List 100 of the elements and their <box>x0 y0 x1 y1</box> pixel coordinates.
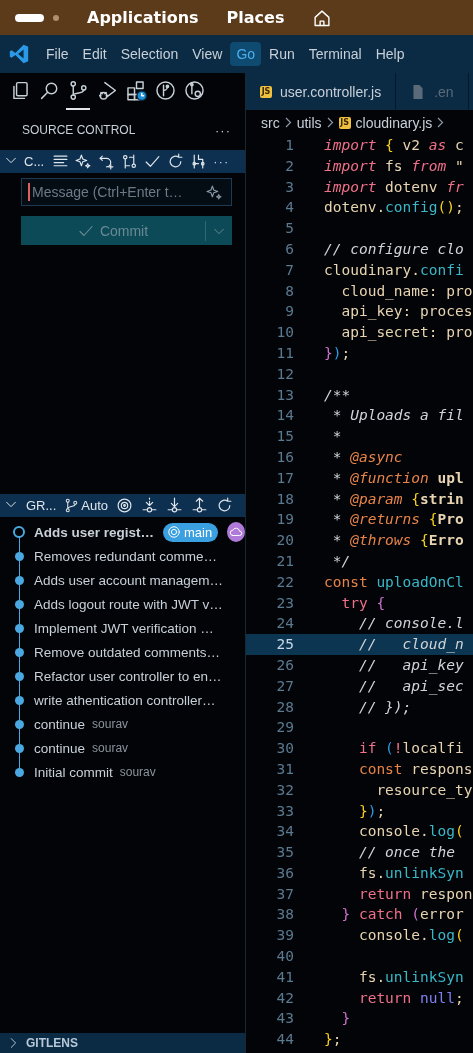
code-editor-logo-icon <box>8 43 30 65</box>
menu-item[interactable]: Run <box>263 42 301 66</box>
branch-icon[interactable] <box>64 498 80 513</box>
commit-message[interactable]: Removes redundant comme… <box>34 548 218 564</box>
code-line: // console.l <box>357 614 464 634</box>
line-number: 11 <box>275 343 295 363</box>
menu-item[interactable]: Selection <box>114 42 185 66</box>
panel-title: SOURCE CONTROL <box>22 123 136 137</box>
js-file-icon: JS <box>338 116 351 129</box>
branch-graph-icon[interactable] <box>190 153 208 170</box>
line-number: 34 <box>275 822 295 842</box>
code-line: dotenv.config(); <box>324 198 464 218</box>
menu-item[interactable]: Go <box>230 42 262 66</box>
menu-item[interactable]: Help <box>369 42 411 66</box>
line-number: 22 <box>275 572 295 592</box>
code-line: import fs from " <box>324 156 464 176</box>
line-number: 18 <box>275 489 295 509</box>
code-line: // cloud_n <box>357 635 464 655</box>
code-line: return null; <box>357 988 464 1008</box>
commit-message[interactable]: write athentication controller… <box>34 692 216 708</box>
breadcrumb-item[interactable]: src <box>261 114 280 131</box>
editor-tab[interactable]: JS user.controller.js <box>246 73 397 110</box>
line-number: 29 <box>275 718 295 738</box>
undo-plus-icon[interactable] <box>98 153 116 170</box>
sparkle-icon[interactable] <box>206 183 223 201</box>
commit-message[interactable]: Implement JWT verification … <box>34 620 214 636</box>
code-line: // api_key <box>357 655 464 676</box>
line-number: 39 <box>275 926 295 946</box>
top-menu[interactable]: Places <box>226 8 285 27</box>
code-line: api_secret: pro <box>340 323 473 343</box>
chevron-right-icon <box>326 117 334 128</box>
commit-message-field[interactable]: Message (Ctrl+Enter t… <box>21 178 232 206</box>
activities-indicator[interactable] <box>15 13 59 22</box>
menu-item[interactable]: Terminal <box>302 42 368 66</box>
line-number: 16 <box>275 447 295 467</box>
compare-icon[interactable] <box>121 153 139 170</box>
line-number: 6 <box>284 240 295 259</box>
branch-mode-label[interactable]: Auto <box>81 498 109 513</box>
code-line: }); <box>324 343 351 363</box>
commit-message[interactable]: Adds user regist… <box>34 524 155 540</box>
commit-message[interactable]: Initial commit <box>34 764 113 780</box>
commit-author: sourav <box>119 765 156 779</box>
code-line: * @async <box>331 447 403 467</box>
code-line: * @returns {Pro <box>331 510 464 530</box>
extensions-clock-icon <box>125 80 147 101</box>
code-line: */ <box>331 551 351 571</box>
line-number: 41 <box>275 967 295 987</box>
push-icon[interactable] <box>191 497 209 514</box>
repository-label[interactable]: C... <box>24 154 45 169</box>
code-line: * Uploads a fil <box>331 406 464 426</box>
commit-message[interactable]: Adds logout route with JWT v… <box>34 596 223 612</box>
code-line: console.log( <box>357 822 464 842</box>
menu-item[interactable]: Edit <box>76 42 113 66</box>
line-number: 24 <box>275 614 295 634</box>
code-line: resource_ty <box>375 780 473 801</box>
top-menu[interactable]: Applications <box>87 8 199 27</box>
fetch-icon[interactable] <box>141 497 159 514</box>
line-number: 8 <box>284 281 295 301</box>
refresh-icon[interactable] <box>216 497 234 514</box>
commit-message[interactable]: Refactor user controller to en… <box>34 668 222 684</box>
pull-icon[interactable] <box>166 497 184 514</box>
gitlens-section-header[interactable]: GITLENS <box>0 1033 245 1053</box>
graph-label[interactable]: GR... <box>26 498 57 513</box>
code-line: import { v2 as c <box>324 136 464 155</box>
line-number: 7 <box>284 260 295 280</box>
play-bug-icon <box>96 80 118 101</box>
refresh-icon[interactable] <box>167 153 185 170</box>
check-icon[interactable] <box>144 153 162 170</box>
line-number: 5 <box>284 219 295 239</box>
line-number: 40 <box>275 947 295 967</box>
commit-message[interactable]: continue <box>34 716 86 732</box>
code-line: const uploadOnCl <box>324 572 464 592</box>
code-line: return respon <box>357 884 473 904</box>
code-line: }); <box>357 801 386 821</box>
target-icon[interactable] <box>116 497 134 514</box>
more-actions-button[interactable]: ··· <box>215 122 231 138</box>
more-actions-button[interactable]: ··· <box>213 154 230 169</box>
line-number: 4 <box>284 198 295 218</box>
commit-message[interactable]: continue <box>34 740 86 756</box>
menu-item[interactable]: File <box>40 42 75 66</box>
menu-item[interactable]: View <box>186 42 229 66</box>
line-number: 26 <box>275 655 295 675</box>
code-line: cloud_name: pro <box>340 281 473 302</box>
code-line: * <box>331 427 342 447</box>
sparkle-icon[interactable] <box>75 153 93 170</box>
breadcrumb-item[interactable]: utils <box>296 114 322 131</box>
line-number: 3 <box>284 177 295 197</box>
js-file-icon: JS <box>260 85 272 98</box>
line-number: 17 <box>275 468 295 488</box>
code-line: import dotenv fr <box>324 177 464 197</box>
line-number: 32 <box>275 780 295 800</box>
line-number: 9 <box>284 302 295 322</box>
line-number: 1 <box>284 136 295 155</box>
commit-message[interactable]: Adds user account managem… <box>34 572 224 588</box>
breadcrumb-item[interactable]: cloudinary.js <box>355 114 433 131</box>
code-line: * @function upl <box>331 468 464 488</box>
code-line: console.log( <box>357 926 464 946</box>
code-line: } <box>340 1009 351 1029</box>
code-line: try { <box>340 593 386 613</box>
commit-message[interactable]: Remove outdated comments… <box>34 644 221 660</box>
